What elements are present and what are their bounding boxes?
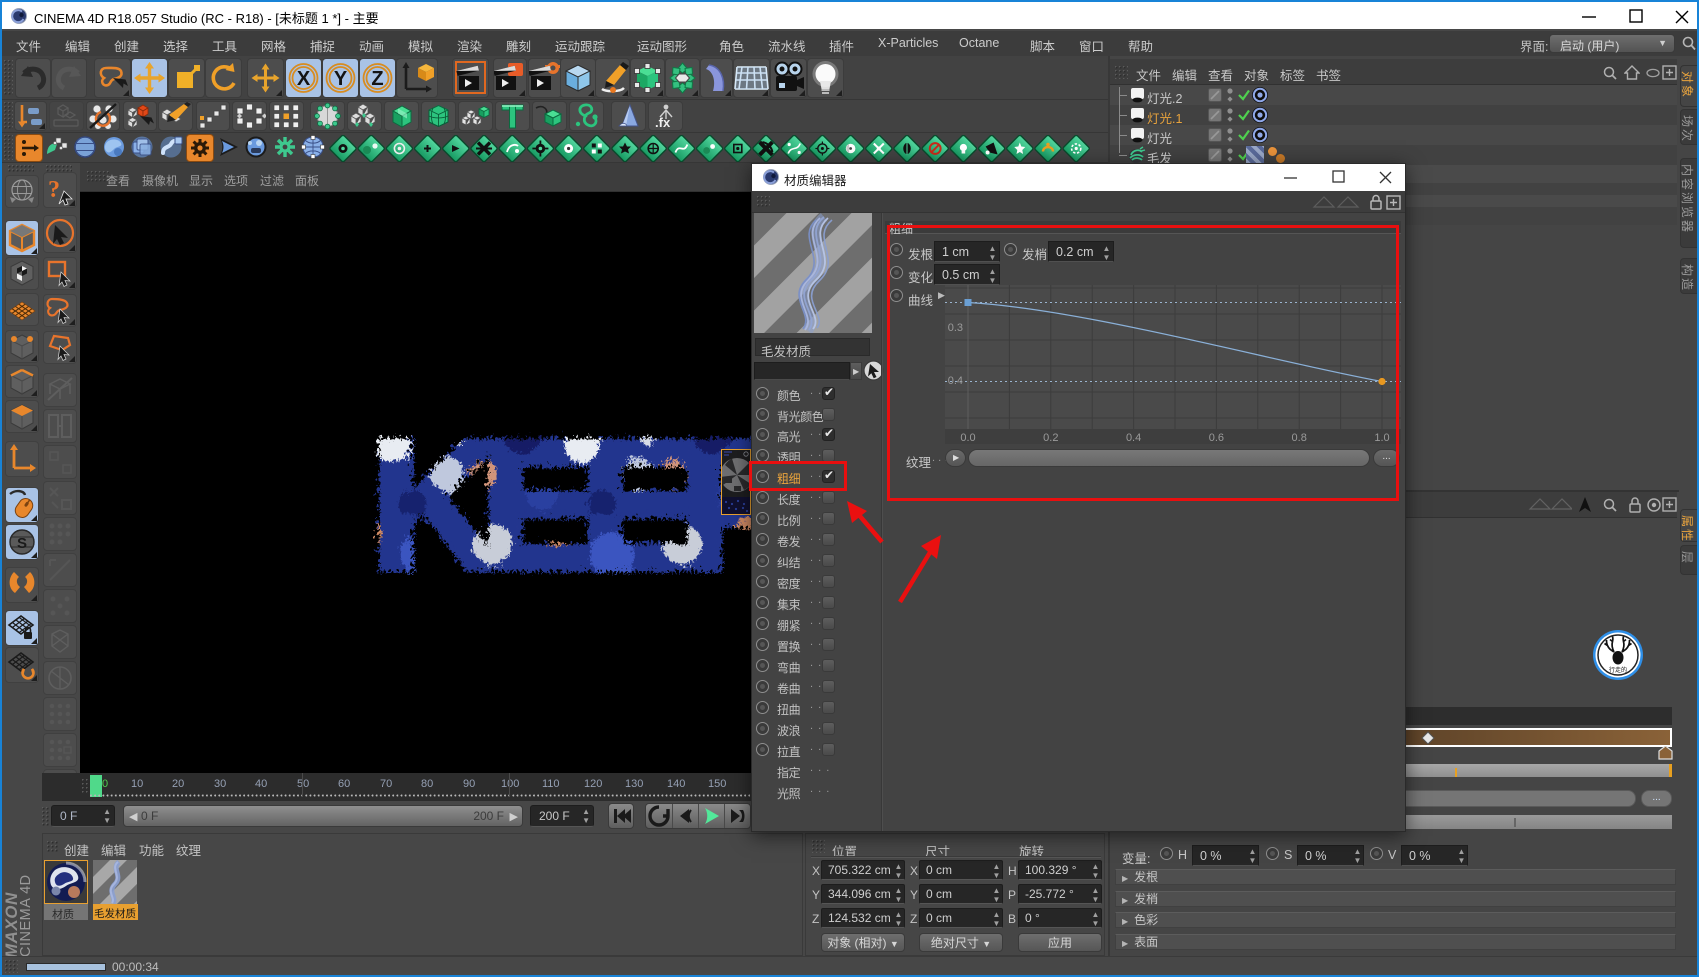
svg-text:Z: Z <box>371 68 383 90</box>
svg-text:S: S <box>17 535 27 552</box>
svg-text:X: X <box>297 68 311 90</box>
svg-text:行走的: 行走的 <box>1609 666 1627 674</box>
svg-text:KEEP: KEEP <box>367 399 751 603</box>
svg-text:?: ? <box>48 177 60 203</box>
svg-text:Y: Y <box>334 68 348 90</box>
svg-text:.fx: .fx <box>655 115 671 130</box>
